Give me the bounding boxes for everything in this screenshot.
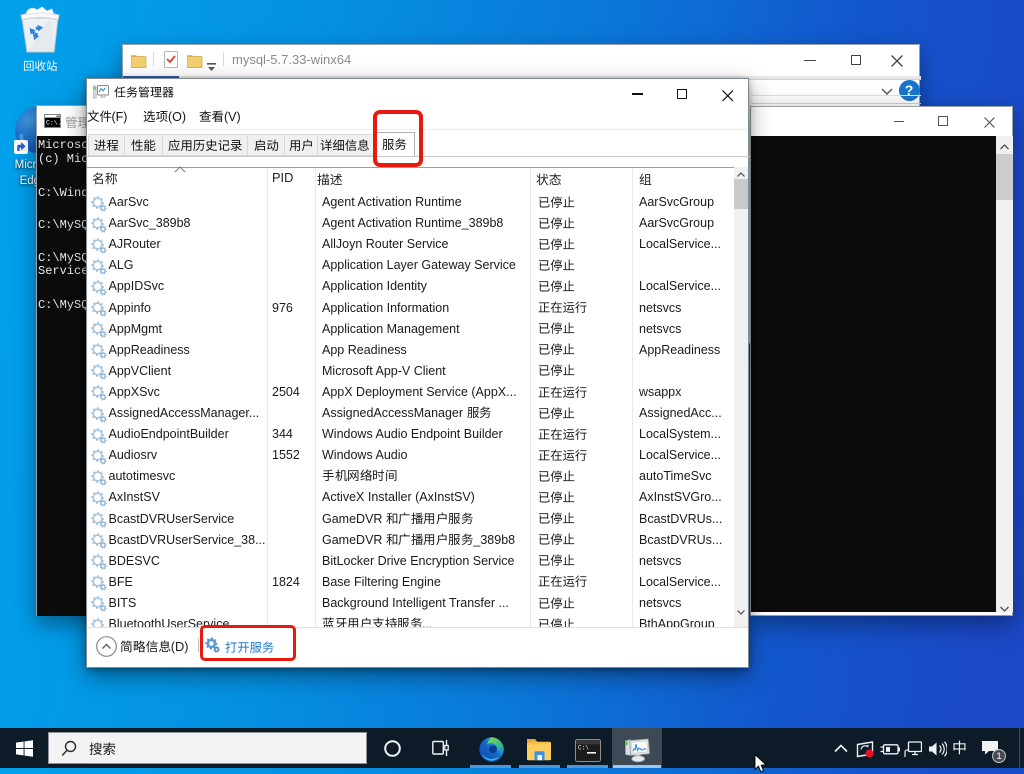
svg-text:C:\.: C:\. bbox=[46, 120, 61, 127]
